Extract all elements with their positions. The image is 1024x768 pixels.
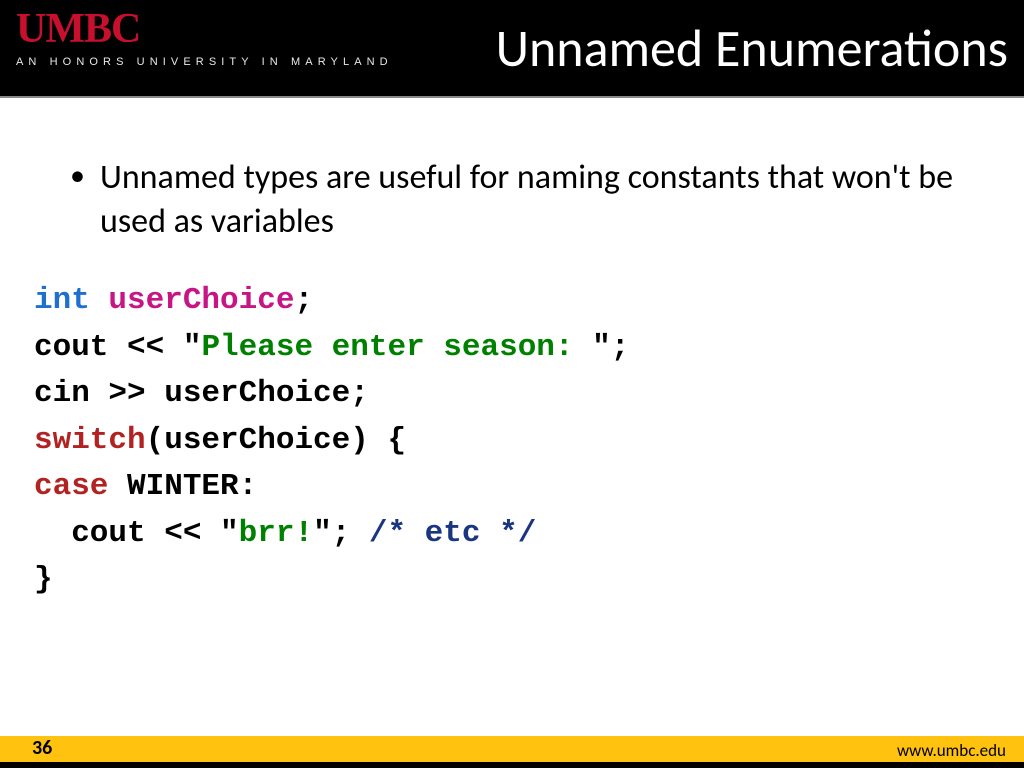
slide-header: UMBC AN HONORS UNIVERSITY IN MARYLAND Un… bbox=[0, 0, 1024, 98]
token-plain: WINTER: bbox=[108, 469, 257, 504]
bullet-item: Unnamed types are useful for naming cons… bbox=[60, 156, 964, 244]
logo-block: UMBC AN HONORS UNIVERSITY IN MARYLAND bbox=[16, 8, 393, 68]
token-plain: (userChoice) { bbox=[146, 423, 406, 458]
token-plain: "; bbox=[313, 516, 369, 551]
token-semi: ; bbox=[294, 283, 313, 318]
token-space bbox=[90, 283, 109, 318]
token-plain: cout << " bbox=[34, 330, 201, 365]
token-plain: } bbox=[34, 562, 53, 597]
token-plain: cin >> userChoice; bbox=[34, 376, 369, 411]
code-block: int userChoice; cout << "Please enter se… bbox=[34, 278, 964, 604]
code-line-5: case WINTER: bbox=[34, 464, 964, 511]
logo-text: UMBC bbox=[16, 8, 393, 50]
token-keyword: switch bbox=[34, 423, 146, 458]
slide-body: Unnamed types are useful for naming cons… bbox=[0, 98, 1024, 736]
token-comment: /* etc */ bbox=[369, 516, 536, 551]
logo-tagline: AN HONORS UNIVERSITY IN MARYLAND bbox=[16, 56, 393, 68]
code-line-6: cout << "brr!"; /* etc */ bbox=[34, 511, 964, 558]
code-line-1: int userChoice; bbox=[34, 278, 964, 325]
token-identifier: userChoice bbox=[108, 283, 294, 318]
slide-title: Unnamed Enumerations bbox=[496, 16, 1008, 80]
slide-footer: 36 www.umbc.edu bbox=[0, 736, 1024, 768]
token-string: brr! bbox=[239, 516, 313, 551]
code-line-7: } bbox=[34, 557, 964, 604]
code-line-2: cout << "Please enter season: "; bbox=[34, 325, 964, 372]
token-plain: "; bbox=[592, 330, 629, 365]
token-plain: cout << " bbox=[34, 516, 239, 551]
bullet-list: Unnamed types are useful for naming cons… bbox=[60, 156, 964, 244]
code-line-4: switch(userChoice) { bbox=[34, 418, 964, 465]
footer-url: www.umbc.edu bbox=[897, 740, 1006, 761]
code-line-3: cin >> userChoice; bbox=[34, 371, 964, 418]
page-number: 36 bbox=[32, 736, 52, 760]
token-string: Please enter season: bbox=[201, 330, 592, 365]
token-keyword: case bbox=[34, 469, 108, 504]
token-type: int bbox=[34, 283, 90, 318]
